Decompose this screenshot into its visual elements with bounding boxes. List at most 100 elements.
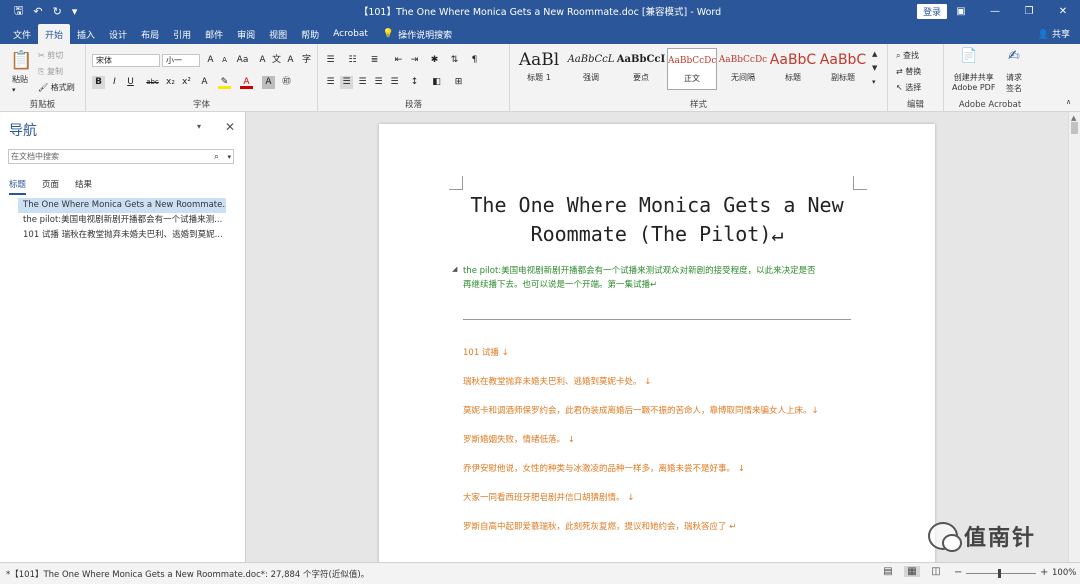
text-effects-icon[interactable]: A — [198, 76, 211, 89]
subscript-icon[interactable]: x₂ — [164, 76, 177, 89]
enclose-character-icon[interactable]: 字 — [300, 54, 313, 67]
episode-heading[interactable]: 101 试播 ↓ — [463, 346, 509, 358]
copy-button[interactable]: ⎘ 复制 — [38, 66, 63, 77]
styles-more-icon[interactable]: ▾ — [872, 78, 876, 86]
web-layout-icon[interactable]: ◫ — [928, 566, 944, 577]
nav-tab-pages[interactable]: 页面 — [42, 178, 59, 195]
superscript-icon[interactable]: x² — [180, 76, 193, 89]
print-layout-icon[interactable]: ▦ — [904, 566, 920, 577]
bullets-icon[interactable]: ☰ — [324, 54, 337, 67]
tab-layout[interactable]: 布局 — [134, 24, 166, 44]
collapse-triangle-icon[interactable]: ◢ — [452, 265, 457, 273]
document-page[interactable]: The One Where Monica Gets a New Roommate… — [379, 124, 935, 562]
save-icon[interactable]: 🖫 — [14, 2, 23, 21]
nav-options-dropdown-icon[interactable]: ▾ — [197, 122, 201, 131]
tab-view[interactable]: 视图 — [262, 24, 294, 44]
multilevel-list-icon[interactable]: ≣ — [368, 54, 381, 67]
find-button[interactable]: ⌕ 查找 — [896, 50, 919, 61]
style-emphasis[interactable]: AaBbCcL 强调 — [566, 48, 616, 90]
nav-tab-headings[interactable]: 标题 — [9, 178, 27, 195]
tab-help[interactable]: 帮助 — [294, 24, 326, 44]
nav-tab-results[interactable]: 结果 — [75, 178, 92, 195]
zoom-level[interactable]: 100% — [1052, 568, 1076, 578]
cut-button[interactable]: ✂ 剪切 — [38, 50, 63, 61]
underline-icon[interactable]: U — [124, 76, 137, 89]
tab-file[interactable]: 文件 — [6, 24, 38, 44]
line-spacing-icon[interactable]: ↕ — [408, 76, 421, 89]
redo-icon[interactable]: ↻ — [53, 5, 62, 18]
tab-references[interactable]: 引用 — [166, 24, 198, 44]
zoom-slider-thumb[interactable] — [998, 569, 1001, 578]
tab-design[interactable]: 设计 — [102, 24, 134, 44]
zoom-in-icon[interactable]: + — [1040, 567, 1048, 578]
synopsis-line[interactable]: 大家一同看西班牙肥皂剧并信口胡猜剧情。 ↓ — [463, 491, 634, 503]
undo-icon[interactable]: ↶ — [33, 5, 42, 18]
paste-dropdown-icon[interactable]: ▾ — [12, 86, 16, 94]
pdf-create-icon[interactable]: 📄 — [960, 48, 977, 64]
style-subtitle[interactable]: AaBbC 副标题 — [818, 48, 868, 90]
decrease-indent-icon[interactable]: ⇤ — [392, 54, 405, 67]
zoom-out-icon[interactable]: − — [954, 567, 962, 578]
search-icon[interactable]: ⌕ — [214, 151, 219, 164]
vertical-scrollbar[interactable]: ▲ — [1068, 112, 1080, 562]
clear-format-icon[interactable]: A — [256, 54, 269, 67]
nav-heading-item[interactable]: 101 试播 瑞秋在教堂抛弃未婚夫巴利、逃婚到莫妮... — [18, 228, 226, 243]
font-size-combo[interactable]: 小一 — [162, 54, 200, 67]
nav-search-input[interactable]: 在文档中搜索 ⌕ ▾ — [8, 149, 234, 164]
font-name-combo[interactable]: 宋体 — [92, 54, 160, 67]
create-share-pdf-button[interactable]: 创建并共享 Adobe PDF — [952, 72, 995, 92]
tab-insert[interactable]: 插入 — [70, 24, 102, 44]
login-button[interactable]: 登录 — [917, 4, 948, 19]
tab-mailings[interactable]: 邮件 — [198, 24, 230, 44]
borders-icon[interactable]: ⊞ — [452, 76, 465, 89]
character-border-icon[interactable]: A — [284, 54, 297, 67]
highlight-icon[interactable]: ✎ — [218, 76, 231, 89]
font-color-icon[interactable]: A — [240, 76, 253, 89]
show-marks-icon[interactable]: ¶ — [468, 54, 481, 67]
restore-icon[interactable]: ❐ — [1012, 0, 1046, 22]
synopsis-line[interactable]: 乔伊安慰他说，女性的种类与冰激凌的品种一样多，离婚未尝不是好事。 ↓ — [463, 462, 745, 474]
collapse-ribbon-icon[interactable]: ∧ — [1066, 98, 1071, 106]
justify-icon[interactable]: ☰ — [372, 76, 385, 89]
bold-icon[interactable]: B — [92, 76, 105, 89]
scrollbar-thumb[interactable] — [1071, 122, 1078, 134]
intro-paragraph[interactable]: the pilot:美国电视剧新剧开播都会有一个试播来测试观众对新剧的接受程度，… — [463, 264, 863, 292]
synopsis-line[interactable]: 莫妮卡和调酒师保罗约会，此君伪装成离婚后一蹶不振的苦命人，靠博取同情来骗女人上床… — [463, 404, 819, 416]
distributed-icon[interactable]: ☰ — [388, 76, 401, 89]
tell-me-search[interactable]: 💡 操作说明搜索 — [383, 24, 452, 44]
character-shading-icon[interactable]: A — [262, 76, 275, 89]
align-left-icon[interactable]: ☰ — [324, 76, 337, 89]
style-heading-1[interactable]: AaBl 标题 1 — [514, 48, 564, 90]
italic-icon[interactable]: I — [108, 76, 121, 89]
customize-qat-icon[interactable]: ▾ — [72, 5, 78, 18]
grow-font-icon[interactable]: A — [204, 54, 217, 67]
increase-indent-icon[interactable]: ⇥ — [408, 54, 421, 67]
style-title[interactable]: AaBbC 标题 — [768, 48, 818, 90]
synopsis-line[interactable]: 瑞秋在教堂抛弃未婚夫巴利、逃婚到莫妮卡处。 ↓ — [463, 375, 651, 387]
request-signature-icon[interactable]: ✍ — [1008, 48, 1020, 64]
styles-scroll-down-icon[interactable]: ▼ — [872, 64, 877, 72]
nav-heading-item[interactable]: The One Where Monica Gets a New Roommate… — [18, 198, 226, 213]
nav-heading-item[interactable]: the pilot:美国电视剧新剧开播都会有一个试播来测... — [18, 213, 226, 228]
ribbon-display-options-icon[interactable]: ▣ — [944, 0, 978, 22]
search-options-dropdown-icon[interactable]: ▾ — [227, 151, 231, 164]
minimize-icon[interactable]: — — [978, 0, 1012, 22]
align-right-icon[interactable]: ☰ — [356, 76, 369, 89]
strikethrough-icon[interactable]: abc — [146, 76, 159, 89]
request-signature-button[interactable]: 请求 签名 — [1006, 72, 1022, 94]
style-no-spacing[interactable]: AaBbCcDc 无间隔 — [718, 48, 768, 90]
select-button[interactable]: ↖ 选择 — [896, 82, 921, 93]
nav-close-icon[interactable]: ✕ — [225, 120, 235, 134]
shrink-font-icon[interactable]: A — [218, 54, 231, 67]
style-normal[interactable]: AaBbCcDc 正文 — [667, 48, 717, 90]
share-button[interactable]: 👤 共享 — [1038, 27, 1070, 40]
read-mode-icon[interactable]: ▤ — [880, 566, 896, 577]
change-case-icon[interactable]: Aa — [236, 54, 249, 67]
replace-button[interactable]: ⇄ 替换 — [896, 66, 921, 77]
sort-icon[interactable]: ⇅ — [448, 54, 461, 67]
tab-home[interactable]: 开始 — [38, 24, 71, 44]
synopsis-line[interactable]: 罗斯婚姻失败，情绪低落。 ↓ — [463, 433, 575, 445]
format-painter-button[interactable]: 🖌 格式刷 — [38, 82, 75, 93]
paste-icon[interactable]: 📋 — [10, 50, 32, 71]
align-center-icon[interactable]: ☰ — [340, 76, 353, 89]
